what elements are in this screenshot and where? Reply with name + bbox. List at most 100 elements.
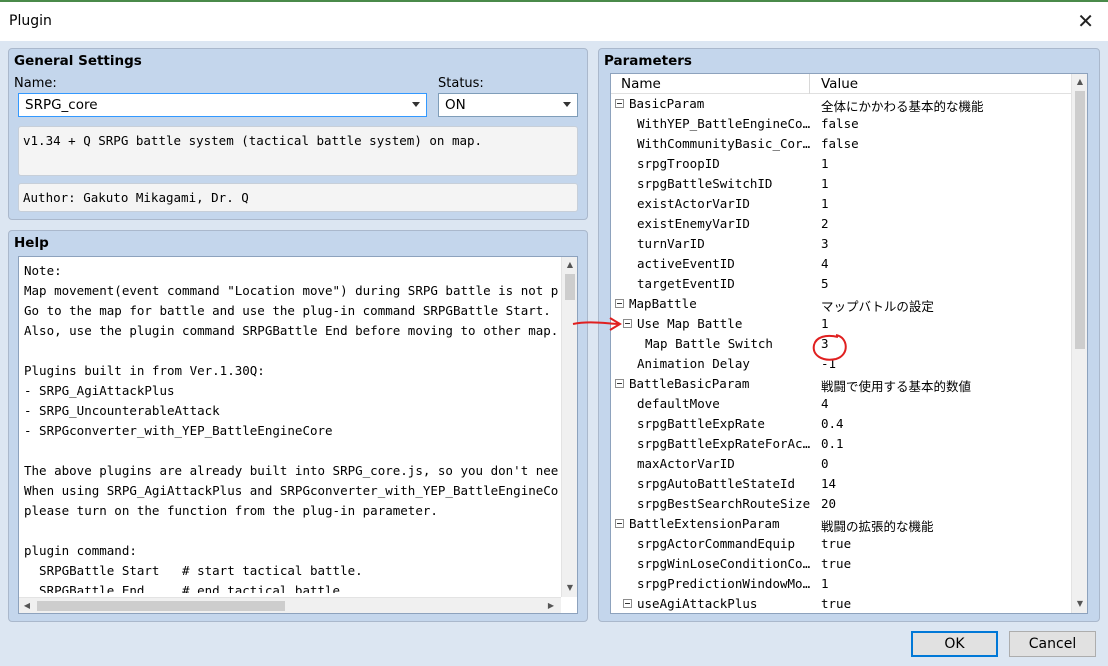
parameter-value[interactable]: 0.4 <box>821 416 1061 431</box>
parameter-row[interactable]: defaultMove 4 <box>611 395 1071 415</box>
scroll-up-icon[interactable]: ▲ <box>1072 74 1087 90</box>
description-box[interactable]: v1.34 + Q SRPG battle system (tactical b… <box>18 126 578 176</box>
parameter-row[interactable]: existActorVarID 1 <box>611 195 1071 215</box>
parameter-row[interactable]: srpgBattleExpRateForAct… 0.1 <box>611 435 1071 455</box>
parameter-value[interactable]: マップバトルの設定 <box>821 296 1061 315</box>
parameter-name: Use Map Battle <box>637 316 743 331</box>
collapse-icon[interactable] <box>623 599 632 608</box>
parameter-row[interactable]: srpgTroopID 1 <box>611 155 1071 175</box>
cancel-button[interactable]: Cancel <box>1009 631 1096 657</box>
parameter-row[interactable]: turnVarID 3 <box>611 235 1071 255</box>
parameter-row[interactable]: srpgBattleExpRate 0.4 <box>611 415 1071 435</box>
parameter-row[interactable]: srpgWinLoseConditionCom… true <box>611 555 1071 575</box>
parameter-row[interactable]: srpgBattleSwitchID 1 <box>611 175 1071 195</box>
parameter-row[interactable]: BattleExtensionParam 戦闘の拡張的な機能 <box>611 515 1071 535</box>
help-vertical-scrollbar[interactable]: ▲ ▼ <box>561 257 577 597</box>
parameter-name: useAgiAttackPlus <box>637 596 758 611</box>
parameter-value[interactable]: 4 <box>821 256 1061 271</box>
parameter-value[interactable]: 1 <box>821 316 1061 331</box>
parameters-title: Parameters <box>604 53 692 69</box>
parameter-value[interactable]: 1 <box>821 176 1061 191</box>
collapse-icon[interactable] <box>615 299 624 308</box>
parameter-value[interactable]: false <box>821 136 1061 151</box>
parameter-row[interactable]: useAgiAttackPlus true <box>611 595 1071 613</box>
parameter-name: srpgBattleExpRateForAct… <box>637 436 817 451</box>
parameters-header: Name Value <box>611 74 1071 94</box>
parameter-name: BattleBasicParam <box>629 376 750 391</box>
parameter-value[interactable]: 1 <box>821 196 1061 211</box>
parameter-row[interactable]: srpgPredictionWindowMode 1 <box>611 575 1071 595</box>
parameter-row[interactable]: WithYEP_BattleEngineCore false <box>611 115 1071 135</box>
help-vscroll-thumb[interactable] <box>565 274 575 300</box>
parameter-row[interactable]: maxActorVarID 0 <box>611 455 1071 475</box>
parameter-value[interactable]: 3 <box>821 236 1061 251</box>
parameter-name: srpgActorCommandEquip <box>637 536 796 551</box>
parameter-value[interactable]: 4 <box>821 396 1061 411</box>
parameter-name: existEnemyVarID <box>637 216 750 231</box>
parameter-value[interactable]: 戦闘の拡張的な機能 <box>821 516 1061 535</box>
parameter-row[interactable]: targetEventID 5 <box>611 275 1071 295</box>
scroll-down-icon[interactable]: ▼ <box>562 580 577 596</box>
params-vertical-scrollbar[interactable]: ▲ ▼ <box>1071 74 1087 613</box>
parameter-row[interactable]: BasicParam 全体にかかわる基本的な機能 <box>611 95 1071 115</box>
scroll-right-icon[interactable]: ▶ <box>543 598 559 613</box>
parameter-row[interactable]: MapBattle マップバトルの設定 <box>611 295 1071 315</box>
parameter-name: srpgTroopID <box>637 156 720 171</box>
parameter-value[interactable]: 1 <box>821 156 1061 171</box>
collapse-icon[interactable] <box>615 519 624 528</box>
help-textarea[interactable]: Note: Map movement(event command "Locati… <box>18 256 578 614</box>
status-select[interactable]: ON <box>438 93 578 117</box>
status-select-value: ON <box>445 97 466 113</box>
help-title: Help <box>14 235 49 251</box>
collapse-icon[interactable] <box>615 99 624 108</box>
parameter-row[interactable]: srpgBestSearchRouteSize 20 <box>611 495 1071 515</box>
parameter-value[interactable]: 戦闘で使用する基本的数値 <box>821 376 1061 395</box>
status-label: Status: <box>438 76 484 91</box>
parameter-name: activeEventID <box>637 256 735 271</box>
chevron-down-icon <box>563 102 571 107</box>
scroll-left-icon[interactable]: ◀ <box>19 598 35 613</box>
parameter-row[interactable]: srpgAutoBattleStateId 14 <box>611 475 1071 495</box>
parameter-value[interactable]: 20 <box>821 496 1061 511</box>
help-text: Note: Map movement(event command "Locati… <box>24 263 559 593</box>
parameter-value[interactable]: 全体にかかわる基本的な機能 <box>821 96 1061 115</box>
title-bar: Plugin ✕ <box>0 0 1108 41</box>
parameter-row[interactable]: WithCommunityBasic_Core… false <box>611 135 1071 155</box>
parameter-row[interactable]: srpgActorCommandEquip true <box>611 535 1071 555</box>
parameter-row[interactable]: activeEventID 4 <box>611 255 1071 275</box>
parameter-value[interactable]: 5 <box>821 276 1061 291</box>
parameter-name: WithCommunityBasic_Core… <box>637 136 817 151</box>
parameter-row[interactable]: existEnemyVarID 2 <box>611 215 1071 235</box>
parameter-value[interactable]: 14 <box>821 476 1061 491</box>
parameter-name: turnVarID <box>637 236 705 251</box>
parameter-value[interactable]: 2 <box>821 216 1061 231</box>
scroll-down-icon[interactable]: ▼ <box>1072 596 1087 612</box>
parameter-value[interactable]: 0 <box>821 456 1061 471</box>
parameter-name: srpgWinLoseConditionCom… <box>637 556 817 571</box>
params-vscroll-thumb[interactable] <box>1075 91 1085 349</box>
parameter-value[interactable]: true <box>821 536 1061 551</box>
parameter-value[interactable]: true <box>821 596 1061 611</box>
name-select[interactable]: SRPG_core <box>18 93 427 117</box>
ok-button[interactable]: OK <box>911 631 998 657</box>
column-separator[interactable] <box>809 74 810 94</box>
parameter-value[interactable]: false <box>821 116 1061 131</box>
collapse-icon[interactable] <box>615 379 624 388</box>
close-icon[interactable]: ✕ <box>1077 9 1094 33</box>
help-horizontal-scrollbar[interactable]: ◀ ▶ <box>19 597 561 613</box>
parameter-row[interactable]: BattleBasicParam 戦闘で使用する基本的数値 <box>611 375 1071 395</box>
name-select-value: SRPG_core <box>25 97 98 113</box>
column-header-value[interactable]: Value <box>821 76 858 92</box>
description-text: v1.34 + Q SRPG battle system (tactical b… <box>23 133 483 148</box>
parameter-value[interactable]: -1 <box>821 356 1061 371</box>
scroll-up-icon[interactable]: ▲ <box>562 257 577 273</box>
column-header-name[interactable]: Name <box>621 76 661 92</box>
author-box[interactable]: Author: Gakuto Mikagami, Dr. Q <box>18 183 578 212</box>
parameter-value[interactable]: 3 <box>821 336 1061 351</box>
parameter-value[interactable]: 0.1 <box>821 436 1061 451</box>
annotation-arrow-icon <box>572 317 622 331</box>
parameter-name: Map Battle Switch <box>645 336 773 351</box>
help-hscroll-thumb[interactable] <box>37 601 285 611</box>
parameter-value[interactable]: true <box>821 556 1061 571</box>
parameter-value[interactable]: 1 <box>821 576 1061 591</box>
